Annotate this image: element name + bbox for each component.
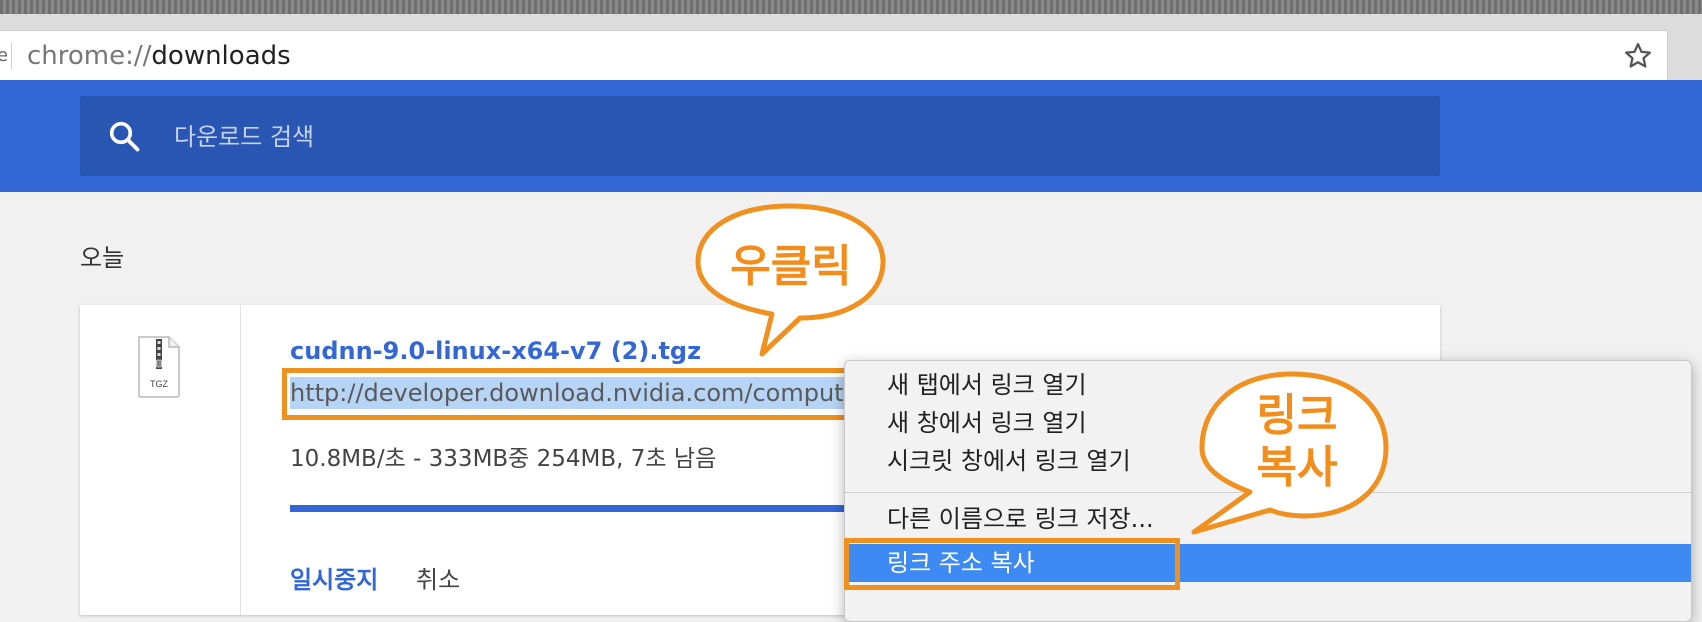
copy-link-annotation-line: 링크 <box>1256 390 1338 441</box>
search-box[interactable] <box>80 96 1440 176</box>
download-status: 10.8MB/초 - 333MB중 254MB, 7초 남음 <box>290 446 717 472</box>
omnibox-separator <box>11 43 12 69</box>
copy-link-annotation-line: 복사 <box>1256 442 1338 493</box>
url-path: downloads <box>151 41 291 71</box>
search-input[interactable] <box>172 114 1376 160</box>
section-title-today: 오늘 <box>80 244 125 272</box>
download-filename[interactable]: cudnn-9.0-linux-x64-v7 (2).tgz <box>290 337 701 365</box>
downloads-header <box>0 80 1702 192</box>
cancel-button[interactable]: 취소 <box>416 560 460 595</box>
copy-link-annotation-text: 링크 복사 <box>1222 390 1372 494</box>
omnibox-leading-glyph: e <box>0 45 9 66</box>
browser-toolbar: e chrome://downloads <box>0 14 1702 82</box>
window-top-strip <box>0 0 1702 14</box>
archive-file-icon[interactable]: TGZ <box>136 335 182 399</box>
card-divider <box>240 305 241 615</box>
address-bar[interactable]: e chrome://downloads <box>0 30 1668 82</box>
file-type-label: TGZ <box>150 379 168 389</box>
copy-link-highlight-annotation <box>844 538 1180 590</box>
address-url[interactable]: chrome://downloads <box>27 43 291 69</box>
file-icon-column: TGZ <box>80 305 240 615</box>
bookmark-star-icon[interactable] <box>1623 41 1653 71</box>
pause-button[interactable]: 일시중지 <box>290 560 378 595</box>
search-icon[interactable] <box>106 118 142 154</box>
url-highlight-annotation <box>282 368 852 420</box>
url-scheme: chrome:// <box>27 41 152 71</box>
right-click-annotation-text: 우클릭 <box>730 241 852 292</box>
